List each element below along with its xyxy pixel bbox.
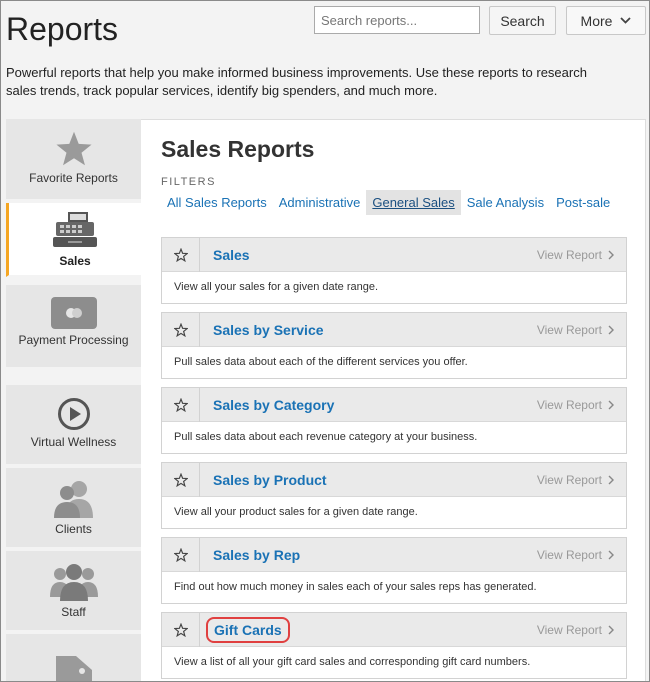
sidebar-item-label: Virtual Wellness [30, 435, 117, 449]
report-link[interactable]: Sales by Service [200, 322, 537, 338]
report-description: View all your product sales for a given … [174, 506, 418, 518]
sidebar-item-clients[interactable]: Clients [6, 468, 141, 549]
favorite-star-button[interactable] [162, 387, 200, 422]
view-report-label: View Report [536, 397, 602, 412]
filter-post-sale[interactable]: Post-sale [550, 190, 616, 215]
sidebar-item-payment-processing[interactable]: Payment Processing [6, 285, 141, 369]
sidebar-item-virtual-wellness[interactable]: Virtual Wellness [6, 385, 141, 466]
view-report-link[interactable]: View Report [537, 623, 626, 637]
section-title: Sales Reports [161, 136, 315, 162]
report-card-sales-by-category: Sales by Category View Report Pull sales… [161, 387, 627, 454]
chevron-down-icon [620, 17, 632, 24]
report-card-sales: Sales View Report View all your sales fo… [161, 237, 627, 304]
star-outline-icon [173, 247, 188, 262]
star-outline-icon [173, 322, 188, 337]
sidebar-item-label: Clients [55, 522, 92, 536]
report-description: Pull sales data about each revenue categ… [174, 431, 478, 443]
report-description: View all your sales for a given date ran… [174, 281, 379, 293]
favorite-star-button[interactable] [162, 537, 200, 572]
view-report-link[interactable]: View Report [537, 548, 626, 562]
view-report-link[interactable]: View Report [537, 398, 626, 412]
report-card-gift-cards: Gift Cards View Report View a list of al… [161, 612, 627, 679]
play-circle-icon [57, 398, 90, 430]
chevron-right-icon [608, 550, 614, 559]
report-card-sales-by-rep: Sales by Rep View Report Find out how mu… [161, 537, 627, 604]
search-input[interactable] [314, 6, 480, 34]
star-outline-icon [173, 472, 188, 487]
filter-sale-analysis[interactable]: Sale Analysis [461, 190, 550, 215]
view-report-label: View Report [536, 547, 602, 562]
cash-register-icon [53, 212, 97, 247]
report-description: Find out how much money in sales each of… [174, 581, 537, 593]
report-link[interactable]: Gift Cards [206, 616, 290, 643]
staff-icon [49, 564, 98, 601]
filter-all-sales-reports[interactable]: All Sales Reports [161, 190, 273, 215]
report-category-sidebar: Favorite Reports Sales Payment Processin… [6, 119, 141, 681]
report-link[interactable]: Sales by Rep [200, 547, 537, 563]
sidebar-item-label: Payment Processing [18, 333, 129, 347]
report-link[interactable]: Sales by Product [200, 472, 537, 488]
chevron-right-icon [608, 625, 614, 634]
view-report-label: View Report [536, 247, 602, 262]
view-report-link[interactable]: View Report [537, 248, 626, 262]
favorite-star-button[interactable] [162, 312, 200, 347]
sidebar-item-gift-cards[interactable] [6, 634, 141, 681]
reports-page: Reports Search More Powerful reports tha… [0, 0, 650, 682]
favorite-star-button[interactable] [162, 612, 200, 647]
filters-label: FILTERS [161, 176, 216, 188]
more-button-label: More [580, 12, 613, 29]
report-link[interactable]: Sales [200, 247, 537, 263]
view-report-link[interactable]: View Report [537, 473, 626, 487]
view-report-label: View Report [536, 472, 602, 487]
credit-card-icon [50, 297, 97, 329]
filter-bar: All Sales Reports Administrative General… [161, 190, 616, 215]
page-title: Reports [6, 11, 119, 47]
report-card-sales-by-service: Sales by Service View Report Pull sales … [161, 312, 627, 379]
sidebar-item-label: Sales [59, 254, 91, 268]
star-outline-icon [173, 397, 188, 412]
more-button[interactable]: More [566, 6, 646, 35]
report-description: Pull sales data about each of the differ… [174, 356, 468, 368]
sidebar-item-favorite-reports[interactable]: Favorite Reports [6, 119, 141, 201]
star-icon [55, 131, 92, 166]
search-button[interactable]: Search [489, 6, 556, 35]
sidebar-item-label: Favorite Reports [29, 171, 118, 185]
sidebar-item-label: Staff [61, 605, 86, 619]
page-description: Powerful reports that help you make info… [6, 65, 587, 98]
favorite-star-button[interactable] [162, 237, 200, 272]
report-card-sales-by-product: Sales by Product View Report View all yo… [161, 462, 627, 529]
chevron-right-icon [608, 250, 614, 259]
tag-icon [55, 656, 92, 681]
star-outline-icon [173, 547, 188, 562]
report-link[interactable]: Sales by Category [200, 397, 537, 413]
favorite-star-button[interactable] [162, 462, 200, 497]
sidebar-item-sales[interactable]: Sales [6, 203, 141, 277]
sales-reports-panel: Sales Reports FILTERS All Sales Reports … [141, 119, 646, 681]
view-report-label: View Report [536, 622, 602, 637]
clients-icon [53, 481, 93, 518]
view-report-link[interactable]: View Report [537, 323, 626, 337]
filter-administrative[interactable]: Administrative [273, 190, 367, 215]
report-description: View a list of all your gift card sales … [174, 656, 531, 668]
sidebar-item-staff[interactable]: Staff [6, 551, 141, 632]
star-outline-icon [173, 622, 188, 637]
view-report-label: View Report [536, 322, 602, 337]
chevron-right-icon [608, 400, 614, 409]
chevron-right-icon [608, 475, 614, 484]
chevron-right-icon [608, 325, 614, 334]
filter-general-sales[interactable]: General Sales [366, 190, 461, 215]
